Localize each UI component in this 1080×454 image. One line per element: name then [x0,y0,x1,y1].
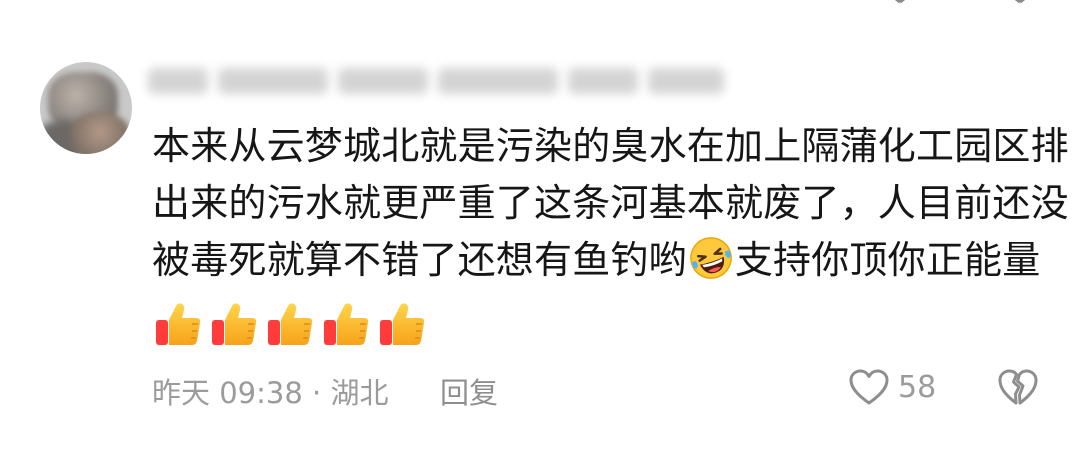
heart-outline-icon [849,369,889,405]
avatar[interactable] [40,62,132,154]
previous-heart-icon[interactable] [880,0,920,4]
comment-meta: 昨天 09:38 · 湖北 [152,376,389,410]
comment-segment: 被毒死就算不错了还想有鱼钓哟 [152,238,687,282]
thumbs-up-icon [212,303,257,345]
username-redacted[interactable] [148,62,728,100]
comment-line: 被毒死就算不错了还想有鱼钓哟 支持你顶你正能量 [152,232,1052,289]
broken-heart-icon [998,369,1038,405]
comment-line: 本来从云梦城北就是污染的臭水在加上隔蒲化工园区排 [152,124,1069,168]
rolling-on-floor-laughing-icon [689,237,732,279]
reply-button[interactable]: 回复 [440,370,498,412]
dislike-button[interactable] [997,368,1039,406]
previous-comment-footer [150,0,1040,8]
like-button[interactable]: 58 [848,368,936,406]
comment-footer: 昨天 09:38 · 湖北 回复 58 [152,368,1042,410]
comment-text: 本来从云梦城北就是污染的臭水在加上隔蒲化工园区排 出来的污水就更严重了这条河基本… [152,118,1069,289]
reaction-emoji-row [152,298,428,352]
thumbs-up-icon [268,303,313,345]
thumbs-up-icon [156,303,201,345]
like-count: 58 [898,369,937,405]
thumbs-up-icon [324,303,369,345]
comment-segment: 支持你顶你正能量 [734,238,1041,282]
thumbs-up-icon [380,303,425,345]
previous-broken-heart-icon[interactable] [1000,0,1040,4]
comment-line: 出来的污水就更严重了这条河基本就废了，人目前还没 [152,181,1069,225]
